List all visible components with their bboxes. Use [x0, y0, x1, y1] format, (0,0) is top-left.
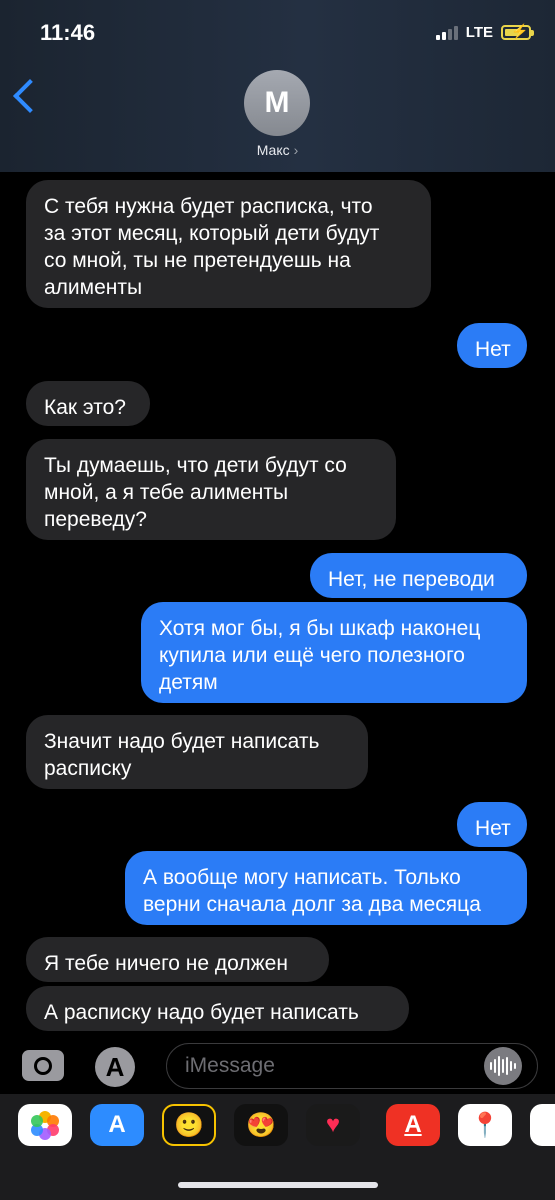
camera-icon[interactable] — [22, 1050, 64, 1081]
message-bubble-outgoing[interactable]: Нет, не переводи — [310, 553, 527, 598]
back-chevron-icon[interactable] — [13, 79, 47, 113]
battery-icon: ⚡ — [501, 23, 534, 40]
memoji-stickers-icon[interactable]: 😍 — [234, 1104, 288, 1146]
status-time: 11:46 — [40, 20, 96, 45]
home-indicator[interactable] — [178, 1182, 378, 1188]
network-label: LTE — [465, 24, 493, 41]
message-bubble-incoming[interactable]: Ты думаешь, что дети будут со мной, а я … — [26, 439, 396, 540]
chevron-right-icon: › — [293, 142, 299, 158]
contact-name-button[interactable]: Макс › — [0, 142, 555, 158]
message-bubble-incoming[interactable]: А расписку надо будет написать — [26, 986, 409, 1031]
alfa-bank-icon[interactable]: A — [386, 1104, 440, 1146]
photos-icon[interactable] — [18, 1104, 72, 1146]
composer-bar: A iMessage — [0, 1034, 555, 1094]
status-indicators: LTE ⚡ — [435, 23, 534, 41]
signal-icon — [435, 25, 458, 40]
contact-name: Макс — [256, 142, 290, 158]
conversation-header: 11:46 LTE ⚡ M Макс › — [0, 0, 555, 172]
app-drawer: A 🙂 😍 ♥ A 📍 — [0, 1094, 555, 1200]
partial-app-icon[interactable] — [530, 1104, 555, 1146]
message-bubble-outgoing[interactable]: Нет — [457, 802, 527, 847]
contact-avatar[interactable]: M — [244, 70, 310, 136]
audio-message-icon[interactable] — [484, 1047, 522, 1085]
message-bubble-outgoing[interactable]: А вообще могу написать. Только верни сна… — [125, 851, 527, 925]
google-maps-icon[interactable]: 📍 — [458, 1104, 512, 1146]
memoji-icon[interactable]: 🙂 — [162, 1104, 216, 1146]
message-bubble-incoming[interactable]: Я тебе ничего не должен — [26, 937, 329, 982]
message-bubble-outgoing[interactable]: Хотя мог бы, я бы шкаф наконец купила ил… — [141, 602, 527, 703]
message-bubble-outgoing[interactable]: Нет — [457, 323, 527, 368]
message-bubble-incoming[interactable]: С тебя нужна будет расписка, что за этот… — [26, 180, 431, 308]
apps-button-icon[interactable]: A — [95, 1047, 135, 1087]
app-store-icon[interactable]: A — [90, 1104, 144, 1146]
imessage-input[interactable]: iMessage — [166, 1043, 538, 1089]
message-bubble-incoming[interactable]: Значит надо будет написать расписку — [26, 715, 368, 789]
message-bubble-incoming[interactable]: Как это? — [26, 381, 150, 426]
digital-touch-icon[interactable]: ♥ — [306, 1104, 360, 1146]
